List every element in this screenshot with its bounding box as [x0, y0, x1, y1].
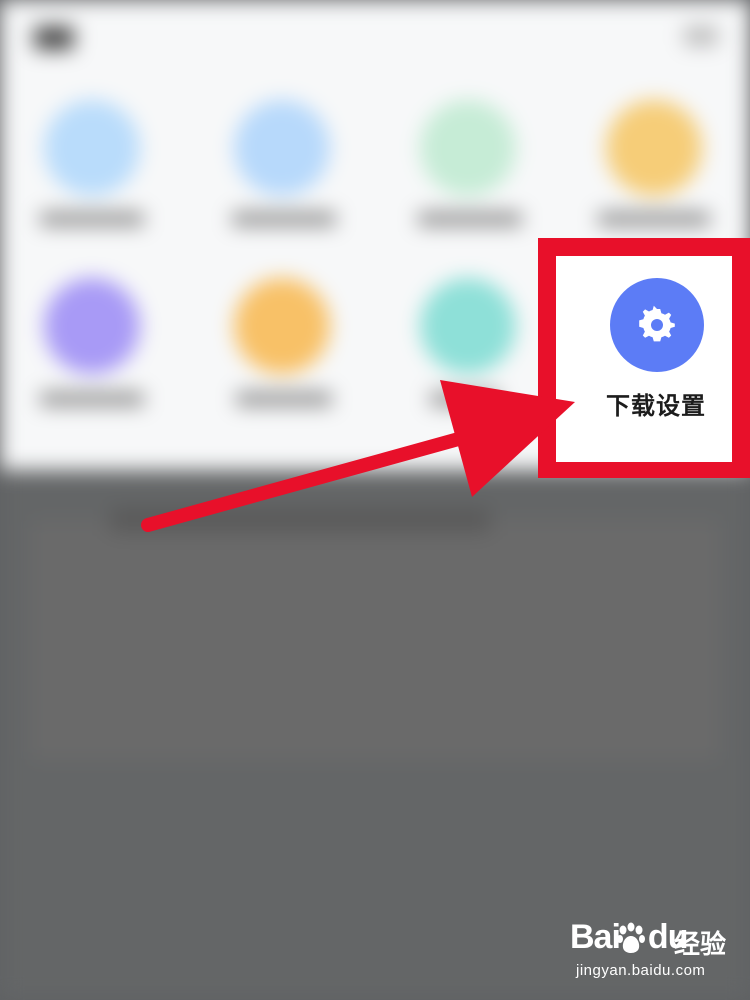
panel-title-blur [34, 26, 74, 50]
background-card-blur [30, 520, 720, 760]
app-icon-2[interactable] [234, 100, 330, 196]
app-icon-1[interactable] [44, 100, 140, 196]
background-row-blur [110, 508, 490, 532]
gear-icon [639, 305, 675, 342]
app-label-5 [40, 392, 144, 406]
app-label-6 [236, 392, 332, 406]
watermark-url: jingyan.baidu.com [576, 962, 706, 979]
app-label-7 [430, 392, 500, 406]
app-label-4 [598, 212, 710, 226]
app-icon-5[interactable] [44, 278, 140, 374]
app-icon-4[interactable] [606, 100, 702, 196]
paw-icon [617, 922, 645, 953]
baidu-jingyan-watermark: Bai du 经验 jingyan.baidu.com [570, 918, 740, 990]
app-label-2 [232, 212, 336, 226]
download-settings-button[interactable] [610, 278, 704, 372]
download-settings-label: 下载设置 [606, 392, 706, 420]
app-icon-3[interactable] [420, 100, 516, 196]
watermark-product: 经验 [674, 930, 727, 960]
app-icon-7[interactable] [420, 278, 516, 374]
app-label-3 [418, 212, 522, 226]
panel-action-blur [684, 26, 718, 46]
blurred-background [0, 0, 750, 1000]
app-icon-6[interactable] [234, 278, 330, 374]
app-label-1 [40, 212, 144, 226]
